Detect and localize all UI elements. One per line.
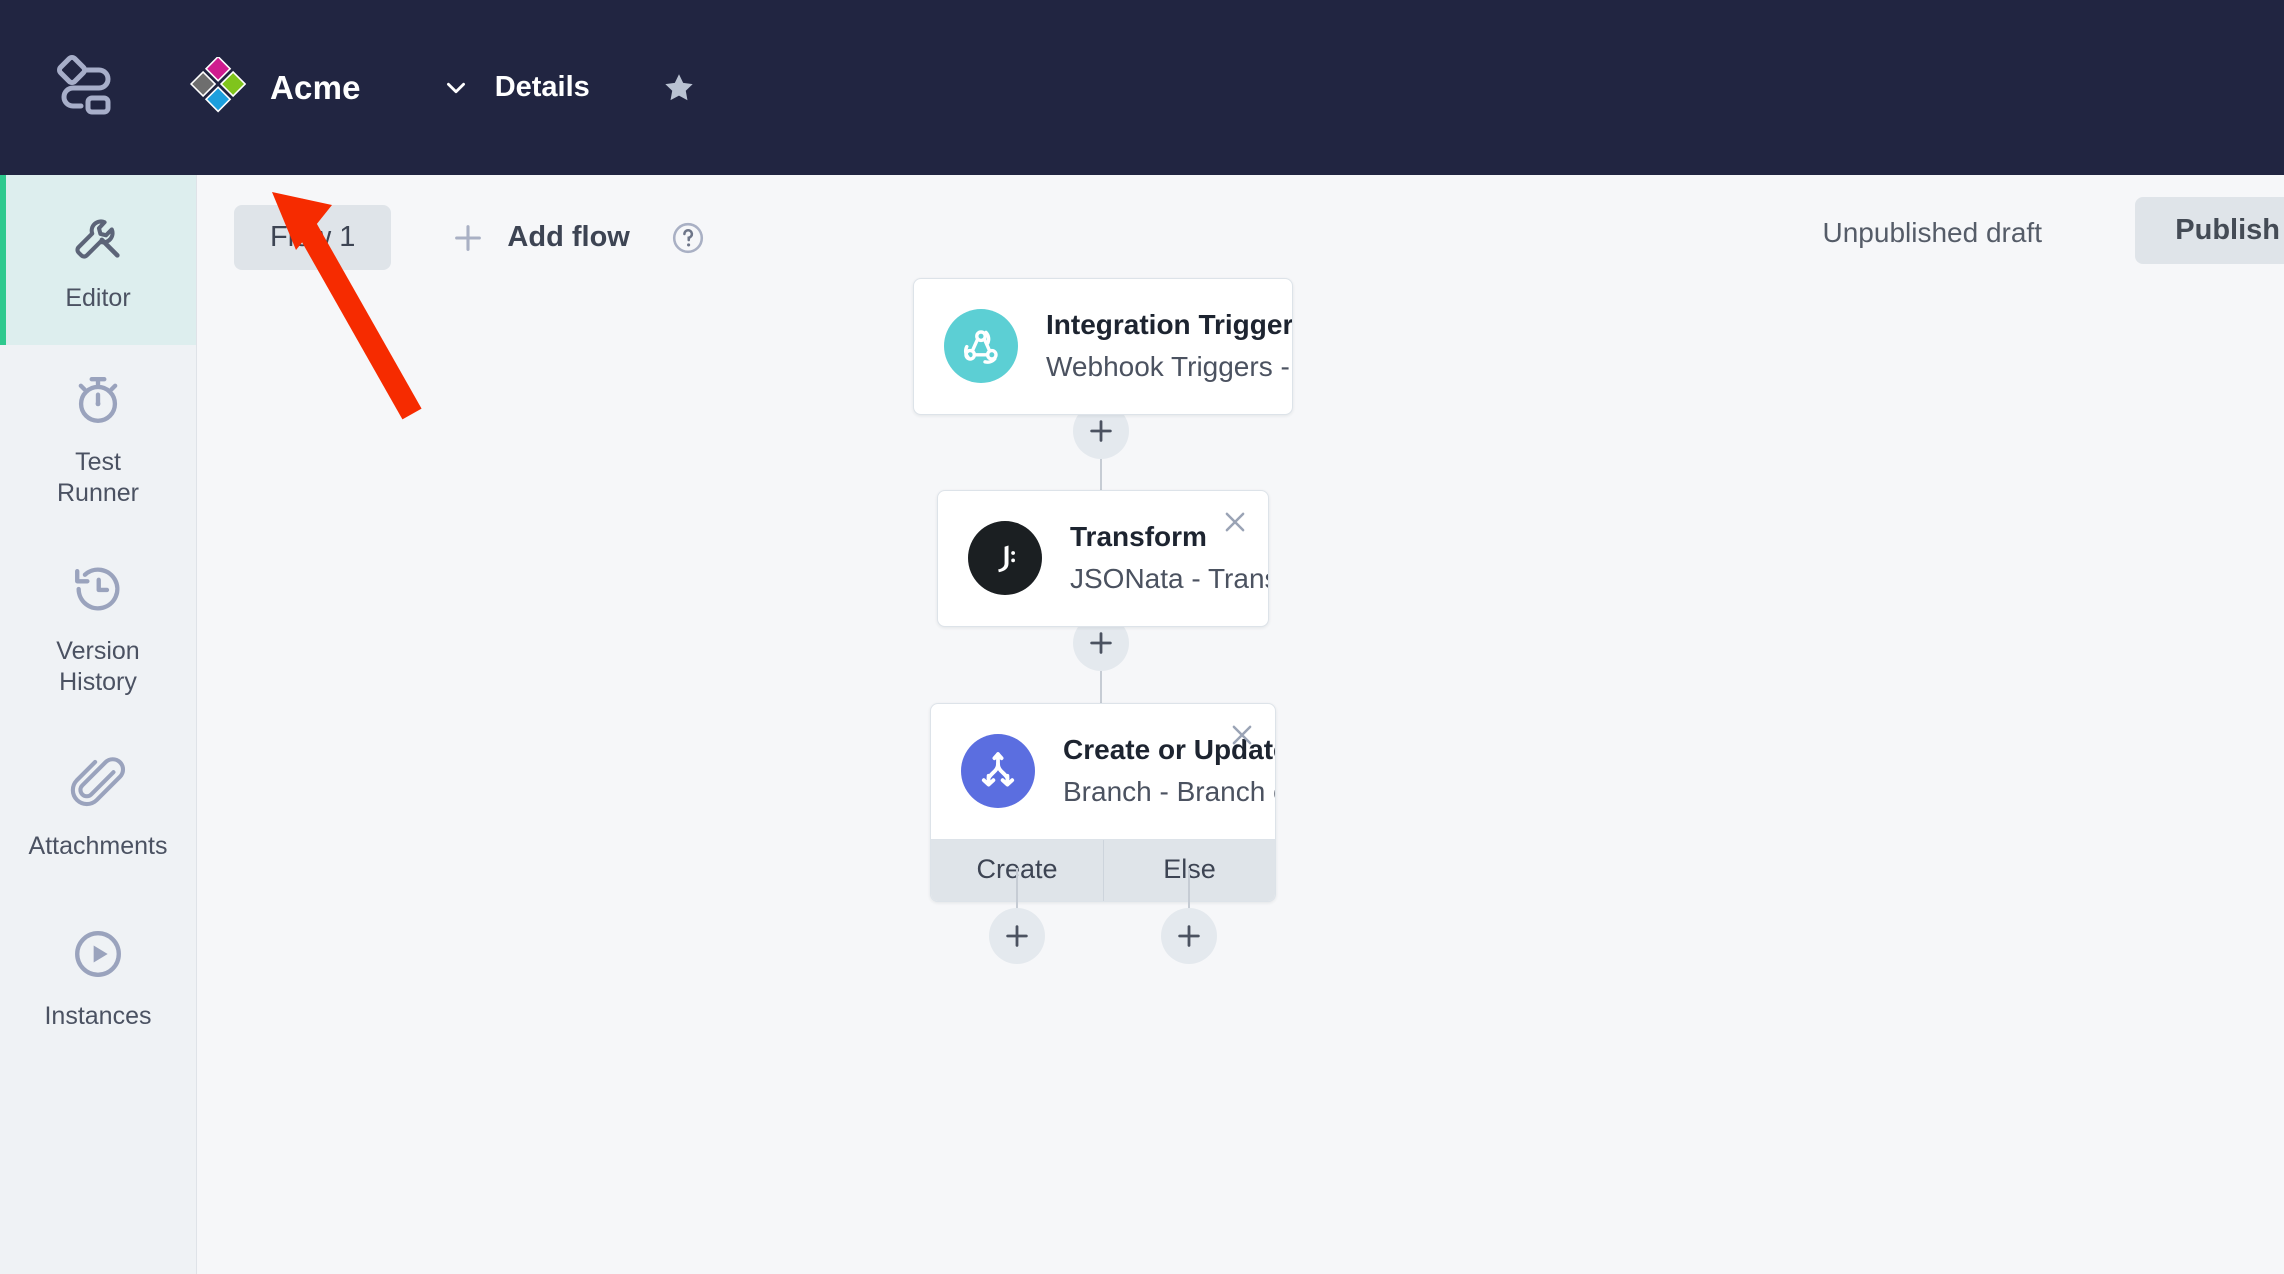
plus-icon [1178,925,1200,947]
brand-name: Acme [270,68,361,106]
details-dropdown[interactable]: Details [443,71,590,104]
sidebar-item-label: Version History [56,637,140,696]
webhook-icon [944,309,1018,384]
connector-line-else-branch [1188,868,1190,912]
sidebar-item-test-runner[interactable]: Test Runner [0,345,196,534]
flow-node-body: Create or Update? Branch - Branch on Val… [931,704,1275,839]
close-icon[interactable] [1220,507,1250,537]
star-icon[interactable] [662,71,696,105]
app-workspace-icon-button[interactable] [48,53,118,123]
brand-group[interactable]: Acme [189,55,361,119]
connector-line [1100,459,1102,493]
sidebar-item-editor[interactable]: Editor [0,175,196,345]
connector-line [1100,671,1102,705]
sidebar-item-version-history[interactable]: Version History [0,534,196,723]
flow-node-text: Integration Trigger Webhook Triggers - W… [1046,307,1293,386]
flow-node-subtitle: Branch - Branch on Value [1063,776,1275,808]
plus-icon [1090,420,1112,442]
plus-icon [1006,925,1028,947]
stopwatch-icon [69,371,127,429]
add-step-button-create-branch[interactable] [989,908,1045,964]
plus-icon [1090,632,1112,654]
chevron-down-icon [443,75,469,101]
add-step-button-else-branch[interactable] [1161,908,1217,964]
acme-diamond-logo [189,55,247,119]
editor-content: Flow 1 Add flow Unpublished draft Publis… [197,175,2284,1274]
sidebar-item-label: Attachments [28,831,168,860]
history-clock-icon [69,560,127,618]
flow-node-subtitle: JSONata - Transform [1070,563,1268,595]
flow-node-create-or-update[interactable]: Create or Update? Branch - Branch on Val… [930,703,1276,902]
sidebar-item-label: Test Runner [57,448,139,507]
sidebar-item-attachments[interactable]: Attachments [0,723,196,893]
paperclip-icon [69,755,127,813]
details-label: Details [494,71,590,103]
sidebar-item-label: Instances [44,1001,152,1030]
flow-node-subtitle: Webhook Triggers - Webhook [1046,351,1292,383]
sidebar-item-instances[interactable]: Instances [0,893,196,1063]
flow-node-body: Integration Trigger Webhook Triggers - W… [914,279,1292,414]
close-icon[interactable] [1227,720,1257,750]
flow-node-integration-trigger[interactable]: Integration Trigger Webhook Triggers - W… [913,278,1293,415]
flow-node-branches: Create Else [931,838,1275,901]
flow-node-transform[interactable]: Transform JSONata - Transform [937,490,1269,627]
connector-line-create-branch [1016,868,1018,912]
branch-icon [961,734,1035,809]
flow-node-title: Integration Trigger [1046,309,1293,340]
flow-workspace-icon [50,52,116,123]
play-circle-icon [69,925,127,983]
wrench-icon [69,207,127,265]
flow-node-body: Transform JSONata - Transform [938,491,1268,626]
sidebar-item-label: Editor [65,283,131,312]
flow-canvas[interactable]: Integration Trigger Webhook Triggers - W… [197,175,2284,1274]
top-bar: Acme Details [0,0,2284,175]
left-sidebar: Editor Test Runner Version History Attac… [0,175,197,1274]
jsonata-icon [968,521,1042,596]
